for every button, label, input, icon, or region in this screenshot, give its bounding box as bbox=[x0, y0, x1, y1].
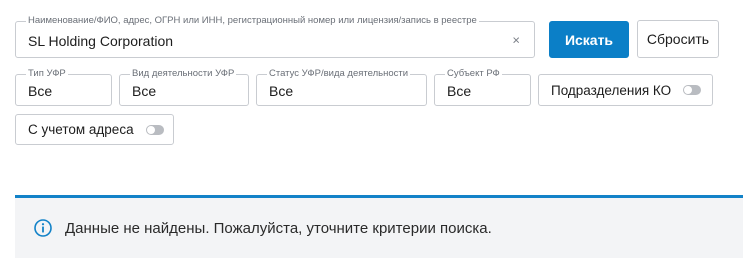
switch-knob bbox=[146, 125, 155, 134]
info-circle-icon bbox=[34, 219, 52, 237]
filter-status-label: Статус УФР/вида деятельности bbox=[267, 68, 411, 80]
clear-icon[interactable]: × bbox=[512, 32, 520, 47]
toggle-branches-switch[interactable] bbox=[683, 85, 702, 95]
filter-status[interactable]: Статус УФР/вида деятельности Все bbox=[256, 68, 427, 106]
toggle-address[interactable]: С учетом адреса bbox=[15, 114, 174, 145]
filter-type-value: Все bbox=[28, 82, 53, 99]
search-field-label: Наименование/ФИО, адрес, ОГРН или ИНН, р… bbox=[26, 15, 479, 27]
no-results-notice: Данные не найдены. Пожалуйста, уточните … bbox=[15, 198, 743, 258]
filter-region-value: Все bbox=[447, 82, 472, 99]
switch-knob bbox=[684, 86, 693, 94]
filter-type-label: Тип УФР bbox=[26, 68, 68, 80]
filter-region[interactable]: Субъект РФ Все bbox=[434, 68, 531, 106]
filter-activity-value: Все bbox=[132, 82, 157, 99]
filter-type[interactable]: Тип УФР Все bbox=[15, 68, 112, 106]
search-button[interactable]: Искать bbox=[549, 21, 629, 58]
toggle-branches-label: Подразделения КО bbox=[551, 82, 672, 98]
toggle-address-label: С учетом адреса bbox=[28, 122, 134, 137]
toggle-address-switch[interactable] bbox=[145, 124, 164, 135]
filter-status-value: Все bbox=[269, 82, 294, 99]
filter-activity[interactable]: Вид деятельности УФР Все bbox=[119, 68, 249, 106]
filter-activity-label: Вид деятельности УФР bbox=[130, 68, 237, 80]
filter-region-label: Субъект РФ bbox=[445, 68, 502, 80]
search-field[interactable]: Наименование/ФИО, адрес, ОГРН или ИНН, р… bbox=[15, 15, 535, 58]
toggle-branches[interactable]: Подразделения КО bbox=[538, 74, 713, 106]
reset-button[interactable]: Сбросить bbox=[637, 20, 719, 58]
search-input[interactable]: SL Holding Corporation bbox=[28, 32, 173, 48]
no-results-message: Данные не найдены. Пожалуйста, уточните … bbox=[65, 219, 492, 237]
